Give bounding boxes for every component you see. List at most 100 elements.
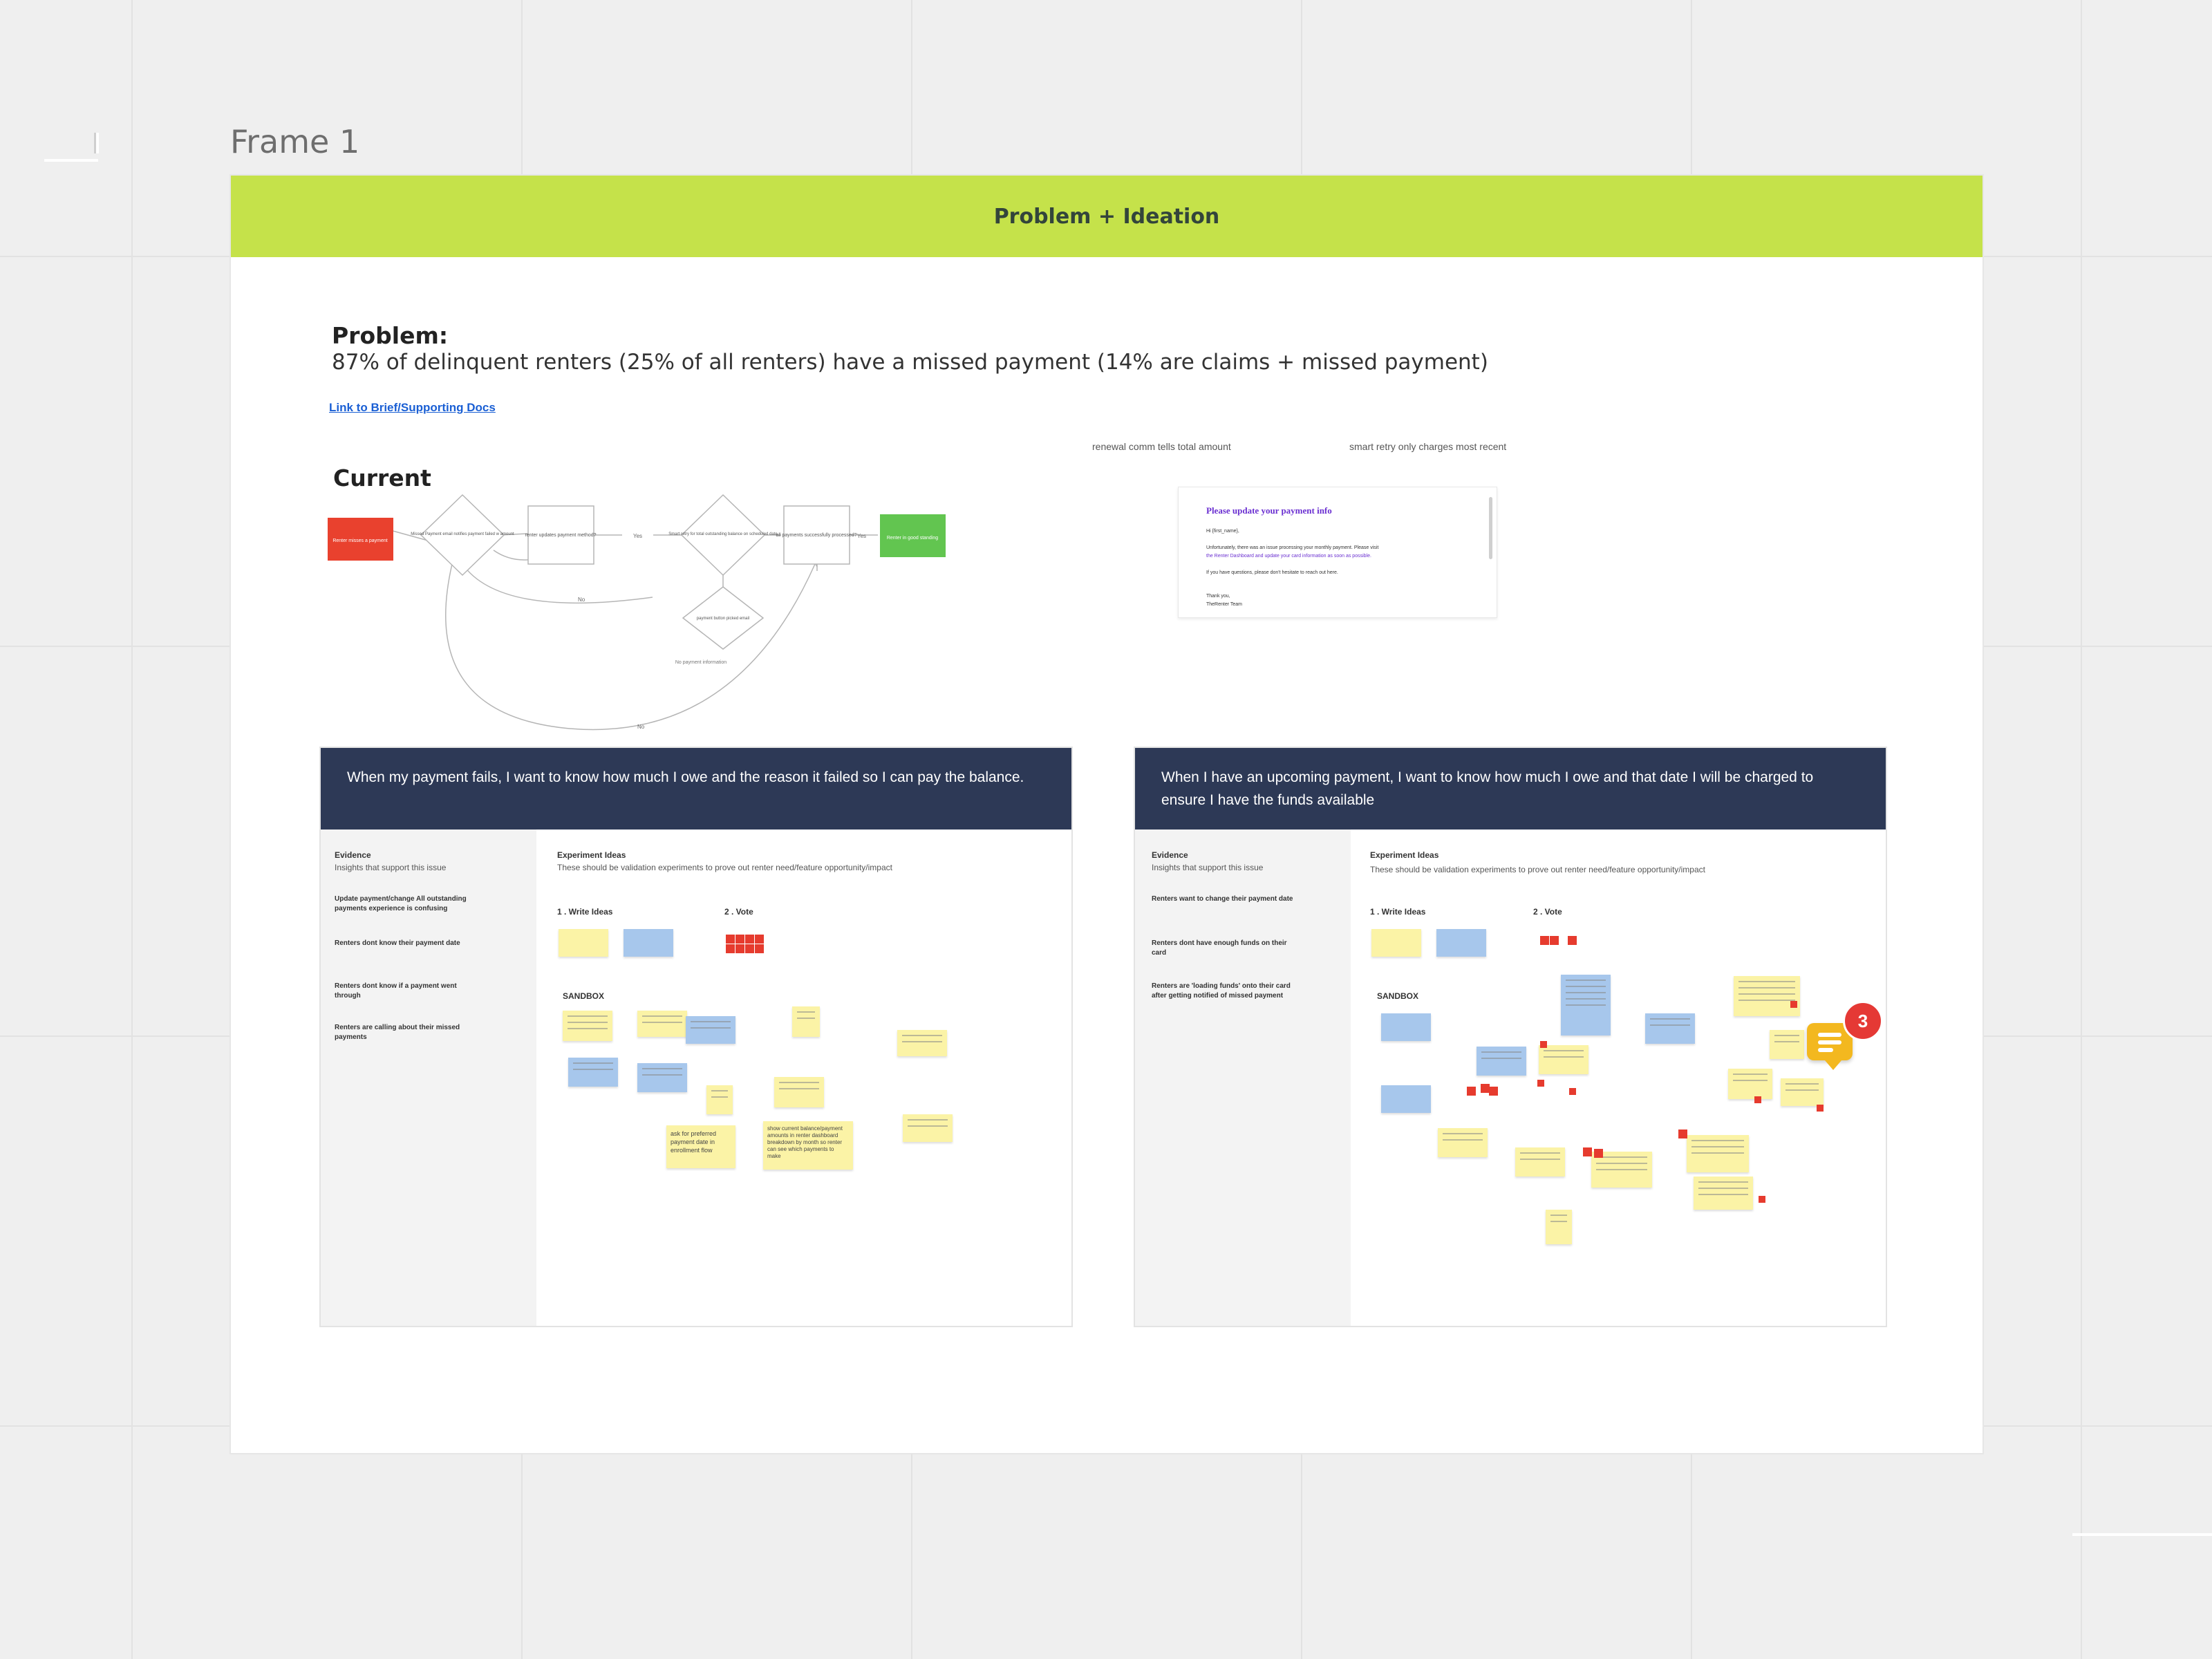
note-smart-retry: smart retry only charges most recent xyxy=(1349,441,1507,452)
template-sticky-blue[interactable] xyxy=(624,929,673,957)
label-text: These should be validation experiments t… xyxy=(1370,865,1705,874)
flow-label: Missed Payment email notifies payment fa… xyxy=(411,532,514,536)
sticky-note[interactable] xyxy=(1694,1177,1753,1210)
vote-dot[interactable] xyxy=(1569,1088,1576,1095)
sticky-note[interactable] xyxy=(563,1011,612,1041)
evidence-item: Renters dont know their payment date xyxy=(335,939,460,947)
sticky-note[interactable] xyxy=(1770,1030,1804,1059)
email-preview: Please update your payment info Hi {firs… xyxy=(1178,487,1497,618)
comment-count-badge[interactable]: 3 xyxy=(1843,1001,1883,1041)
vote-dot[interactable] xyxy=(726,935,735,944)
vote-dot[interactable] xyxy=(1537,1080,1544,1087)
evidence-item: Renters dont have enough funds on their … xyxy=(1152,939,1287,957)
label-text: Evidence xyxy=(335,850,371,860)
vote-dot[interactable] xyxy=(1583,1147,1592,1156)
vote-dot[interactable] xyxy=(1759,1196,1765,1203)
vote-dot[interactable] xyxy=(1754,1096,1761,1103)
whiteboard-canvas[interactable]: Frame 1 Problem + Ideation Problem: 87% … xyxy=(0,0,2212,1659)
evidence-item: Renters want to change their payment dat… xyxy=(1152,895,1293,903)
vote-dot[interactable] xyxy=(1678,1130,1687,1138)
hmw-card-payment-fails[interactable]: When my payment fails, I want to know ho… xyxy=(319,747,1073,1327)
evidence-item: Renters dont know if a payment went thro… xyxy=(335,982,457,1000)
sticky-note[interactable] xyxy=(706,1085,733,1114)
flow-label: No xyxy=(637,724,645,730)
flow-label: Renter in good standing xyxy=(887,536,938,541)
hmw-card-upcoming-payment[interactable]: When I have an upcoming payment, I want … xyxy=(1134,747,1887,1327)
vote-dot[interactable] xyxy=(1817,1105,1824,1112)
label-text: 1 . Write Ideas xyxy=(557,907,613,917)
vote-dot[interactable] xyxy=(745,944,754,953)
sticky-note[interactable] xyxy=(637,1063,687,1092)
template-sticky-yellow[interactable] xyxy=(1371,929,1421,957)
evidence-item: Update payment/change All outstanding pa… xyxy=(335,895,467,912)
sticky-note[interactable]: ask for preferred payment date in enroll… xyxy=(666,1125,735,1168)
label-text: Experiment Ideas xyxy=(1370,850,1439,860)
vote-dot[interactable] xyxy=(1594,1149,1603,1158)
brief-link[interactable]: Link to Brief/Supporting Docs xyxy=(329,401,496,415)
label-text: 2 . Vote xyxy=(1533,907,1562,917)
label-text: Thank you, xyxy=(1206,594,1230,599)
sticky-note[interactable] xyxy=(897,1030,947,1056)
flow-label: Yes xyxy=(633,533,642,539)
sticky-note[interactable] xyxy=(1645,1013,1695,1044)
sticky-note[interactable] xyxy=(1515,1147,1565,1177)
label-text: 2 . Vote xyxy=(724,907,753,917)
vote-dot[interactable] xyxy=(1540,1041,1547,1048)
sticky-note[interactable] xyxy=(1546,1210,1572,1244)
vote-dot[interactable] xyxy=(1550,936,1559,945)
vote-dot[interactable] xyxy=(755,944,764,953)
evidence-item: Renters are 'loading funds' onto their c… xyxy=(1152,982,1291,1000)
canvas-rule-v xyxy=(94,133,99,153)
sticky-note[interactable] xyxy=(637,1011,687,1037)
problem-statement: 87% of delinquent renters (25% of all re… xyxy=(332,350,1488,375)
canvas-rule-h xyxy=(44,159,98,162)
label-text: show current balance/payment amounts in … xyxy=(767,1125,843,1159)
label-text: 1 . Write Ideas xyxy=(1370,907,1426,917)
vote-dot[interactable] xyxy=(726,944,735,953)
vote-dot[interactable] xyxy=(735,935,744,944)
vote-dot[interactable] xyxy=(1568,936,1577,945)
flow-label: Smart retry for total outstanding balanc… xyxy=(668,532,778,536)
note-renewal: renewal comm tells total amount xyxy=(1092,441,1231,452)
label-text: Insights that support this issue xyxy=(1152,863,1264,872)
template-sticky-yellow[interactable] xyxy=(559,929,608,957)
sticky-note[interactable] xyxy=(1561,975,1611,1035)
flow-start-label: Renter misses a payment xyxy=(332,538,387,543)
vote-dot[interactable] xyxy=(1540,936,1549,945)
frame-board[interactable]: Problem + Ideation Problem: 87% of delin… xyxy=(231,176,1983,1453)
sticky-note[interactable] xyxy=(1381,1085,1431,1113)
label-text: If you have questions, please don't hesi… xyxy=(1206,570,1338,575)
vote-dot[interactable] xyxy=(735,944,744,953)
email-subject: Please update your payment info xyxy=(1206,505,1332,516)
flow-label: all payments successfully processed? xyxy=(776,533,856,538)
label-text: SANDBOX xyxy=(1377,991,1419,1001)
card-header: When I have an upcoming payment, I want … xyxy=(1135,748,1886,830)
label-text: These should be validation experiments t… xyxy=(557,863,892,872)
sticky-note[interactable] xyxy=(686,1016,735,1044)
sticky-note[interactable] xyxy=(1381,1013,1431,1041)
sticky-note[interactable] xyxy=(903,1114,953,1142)
sticky-note[interactable] xyxy=(568,1058,618,1087)
evidence-item: Renters are calling about their missed p… xyxy=(335,1024,460,1041)
vote-dot[interactable] xyxy=(1489,1087,1498,1096)
label-text: Hi {first_name}, xyxy=(1206,529,1239,534)
sticky-note[interactable] xyxy=(792,1006,820,1037)
sticky-note[interactable] xyxy=(1687,1135,1749,1172)
sticky-note[interactable] xyxy=(1539,1045,1588,1074)
sticky-note[interactable] xyxy=(1438,1128,1488,1157)
label-text: ask for preferred payment date in enroll… xyxy=(671,1130,717,1154)
sticky-note[interactable] xyxy=(1477,1047,1526,1076)
sticky-note[interactable] xyxy=(1781,1078,1824,1106)
canvas-rule-br xyxy=(2072,1533,2212,1536)
vote-dot[interactable] xyxy=(745,935,754,944)
sticky-note[interactable] xyxy=(774,1077,824,1107)
vote-dot[interactable] xyxy=(755,935,764,944)
vote-dot[interactable] xyxy=(1467,1087,1476,1096)
sticky-note[interactable] xyxy=(1734,976,1800,1016)
sticky-note[interactable] xyxy=(1728,1069,1772,1099)
sticky-note[interactable]: show current balance/payment amounts in … xyxy=(763,1121,853,1170)
card-header: When my payment fails, I want to know ho… xyxy=(321,748,1071,830)
vote-dot[interactable] xyxy=(1790,1001,1797,1008)
frame-title[interactable]: Frame 1 xyxy=(230,123,359,160)
template-sticky-blue[interactable] xyxy=(1436,929,1486,957)
